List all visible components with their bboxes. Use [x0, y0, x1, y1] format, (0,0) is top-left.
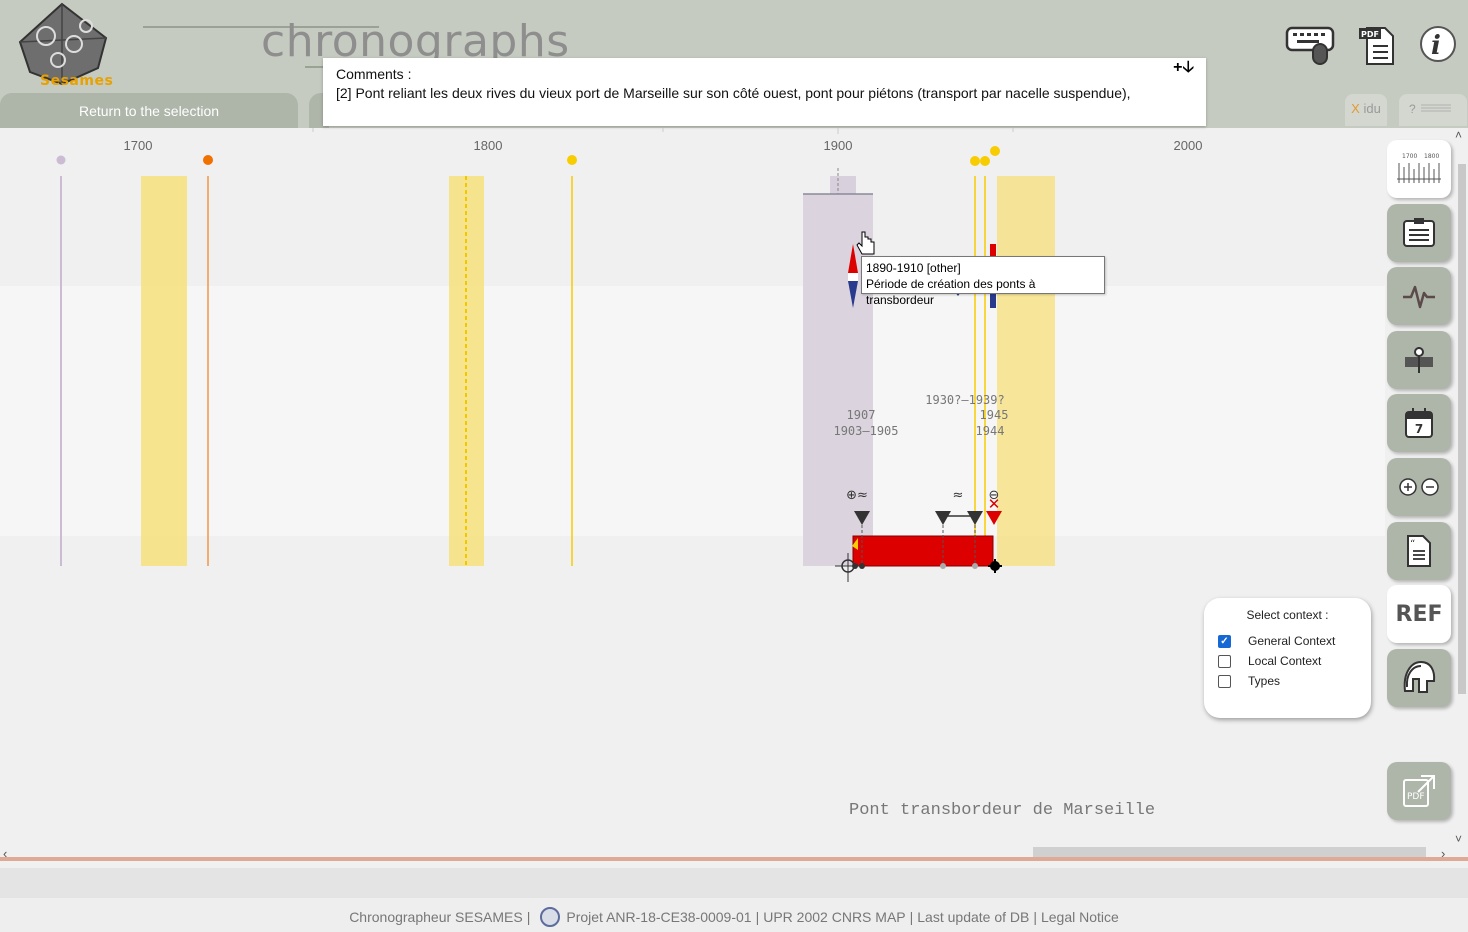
pdf-export-button[interactable]: PDF: [1387, 762, 1451, 820]
comments-text: [2] Pont reliant les deux rives du vieux…: [336, 85, 1131, 101]
axis-tick-label: 1700: [124, 138, 153, 153]
activity-button[interactable]: [1387, 267, 1451, 325]
context-option-label: Types: [1248, 674, 1281, 688]
period-band[interactable]: [141, 176, 187, 566]
event-dot[interactable]: [203, 155, 213, 165]
ref-label: REF: [1395, 601, 1443, 627]
calendar-button[interactable]: 7: [1387, 394, 1451, 452]
anr-logo-icon: [540, 907, 561, 927]
context-option-general[interactable]: ✓ General Context: [1218, 633, 1335, 649]
phase-point: [852, 563, 858, 569]
selected-period-cap: [830, 176, 856, 194]
context-option-label: Local Context: [1248, 654, 1322, 668]
scroll-up-icon[interactable]: ˄: [1455, 128, 1462, 142]
context-option-local[interactable]: Local Context: [1218, 653, 1321, 669]
pdf-document-icon[interactable]: PDF: [1357, 22, 1399, 66]
menu-lines-icon: [1421, 104, 1452, 112]
phase-point: [940, 563, 946, 569]
tooltip-description: Période de création des ponts à transbor…: [866, 277, 1036, 307]
pdf-export-icon: PDF: [1403, 775, 1435, 807]
types-checkbox[interactable]: [1218, 674, 1231, 688]
chronograph-timeline[interactable]: 1700 1800 1900 2000 1907 1903–1905 1930?…: [0, 128, 1385, 848]
phase-point: [972, 563, 978, 569]
calendar-icon: 7: [1405, 408, 1433, 438]
date-label: 1903–1905: [833, 424, 898, 438]
axis-tick-label: 2000: [1174, 138, 1203, 153]
keyboard-mouse-icon[interactable]: [1285, 22, 1337, 66]
general-context-checkbox[interactable]: ✓: [1218, 634, 1231, 648]
helmet-button[interactable]: [1387, 649, 1451, 707]
vertical-scrollbar-thumb[interactable]: [1458, 164, 1466, 694]
layers-icon: [1405, 347, 1433, 373]
notepad-icon: [1403, 218, 1435, 247]
context-option-label: General Context: [1248, 634, 1336, 648]
tooltip-dates: 1890-1910 [other]: [866, 261, 961, 275]
context-option-types[interactable]: Types: [1218, 673, 1280, 689]
idu-tab[interactable]: X idu: [1345, 94, 1387, 126]
timeline-ruler-button[interactable]: 1700 1800: [1387, 140, 1451, 198]
period-band[interactable]: [997, 176, 1055, 566]
footer-band: [0, 868, 1468, 898]
footer-project: Projet ANR-18-CE38-0009-01: [566, 909, 752, 925]
return-to-selection-tab[interactable]: Return to the selection: [0, 93, 298, 128]
phase-point: [859, 563, 865, 569]
footer-legal-notice[interactable]: Legal Notice: [1041, 909, 1119, 925]
event-dot[interactable]: [567, 155, 577, 165]
axis-tick-label: 1900: [824, 138, 853, 153]
date-label: 1945: [980, 408, 1009, 422]
footer: Chronographeur SESAMES | Projet ANR-18-CE3…: [0, 898, 1468, 932]
svg-text:1800: 1800: [1424, 153, 1439, 160]
destruction-mark[interactable]: ✕: [988, 495, 1001, 513]
zoom-button[interactable]: [1387, 458, 1451, 516]
timeline-ruler-icon: 1700 1800: [1397, 153, 1441, 183]
event-dot[interactable]: [990, 146, 1000, 156]
date-label: 1930?–1939?: [925, 393, 1004, 407]
idu-close-mark: X: [1351, 101, 1360, 116]
info-icon[interactable]: i: [1418, 22, 1458, 66]
axis-tick-label: 1800: [474, 138, 503, 153]
help-tab[interactable]: ?: [1399, 94, 1467, 126]
expand-comments-button[interactable]: +🡣: [1173, 58, 1194, 77]
helmet-icon: [1403, 660, 1436, 693]
date-label: 1907: [847, 408, 876, 422]
quote-document-button[interactable]: “: [1387, 522, 1451, 580]
notepad-button[interactable]: [1387, 204, 1451, 262]
footer-last-update[interactable]: Last update of DB: [917, 909, 1029, 925]
quote-document-icon: “: [1407, 535, 1431, 567]
scroll-down-icon[interactable]: ˅: [1455, 832, 1462, 846]
footer-lab: UPR 2002 CNRS MAP: [763, 909, 906, 925]
ref-button[interactable]: REF: [1387, 585, 1451, 643]
date-label: 1944: [976, 424, 1005, 438]
period-tooltip: 1890-1910 [other] Période de création de…: [861, 256, 1105, 307]
calendar-day: 7: [1415, 422, 1423, 436]
construction-bar[interactable]: [852, 535, 994, 567]
site-title: Pont transbordeur de Marseille: [849, 801, 1156, 820]
axis-ticks: [312, 128, 1014, 134]
event-symbol[interactable]: ⊕≈: [846, 488, 868, 503]
svg-text:1700: 1700: [1402, 153, 1417, 160]
horizontal-scrollbar-track: [0, 857, 1468, 861]
footer-app-name: Chronographeur SESAMES: [349, 909, 523, 925]
context-panel-title: Select context :: [1246, 608, 1329, 622]
context-dot[interactable]: [56, 155, 66, 165]
help-tab-label: ?: [1409, 102, 1416, 116]
zoom-in-out-icon: [1399, 478, 1439, 496]
svg-text:“: “: [1410, 539, 1415, 550]
svg-text:PDF: PDF: [1361, 30, 1379, 39]
comments-label: Comments :: [336, 66, 412, 82]
idu-tab-label: idu: [1363, 101, 1381, 116]
layers-button[interactable]: [1387, 331, 1451, 389]
svg-text:i: i: [1431, 31, 1441, 61]
logo-text: Sesames: [40, 73, 114, 89]
event-dot[interactable]: [970, 156, 980, 166]
select-context-panel: Select context : ✓ General Context Local…: [1204, 598, 1371, 718]
event-symbol[interactable]: ≈: [953, 488, 964, 503]
local-context-checkbox[interactable]: [1218, 654, 1231, 668]
event-dot[interactable]: [980, 156, 990, 166]
heartbeat-icon: [1403, 285, 1435, 309]
comments-popup: Comments : [2] Pont reliant les deux riv…: [323, 58, 1206, 126]
pdf-label: PDF: [1407, 792, 1425, 802]
